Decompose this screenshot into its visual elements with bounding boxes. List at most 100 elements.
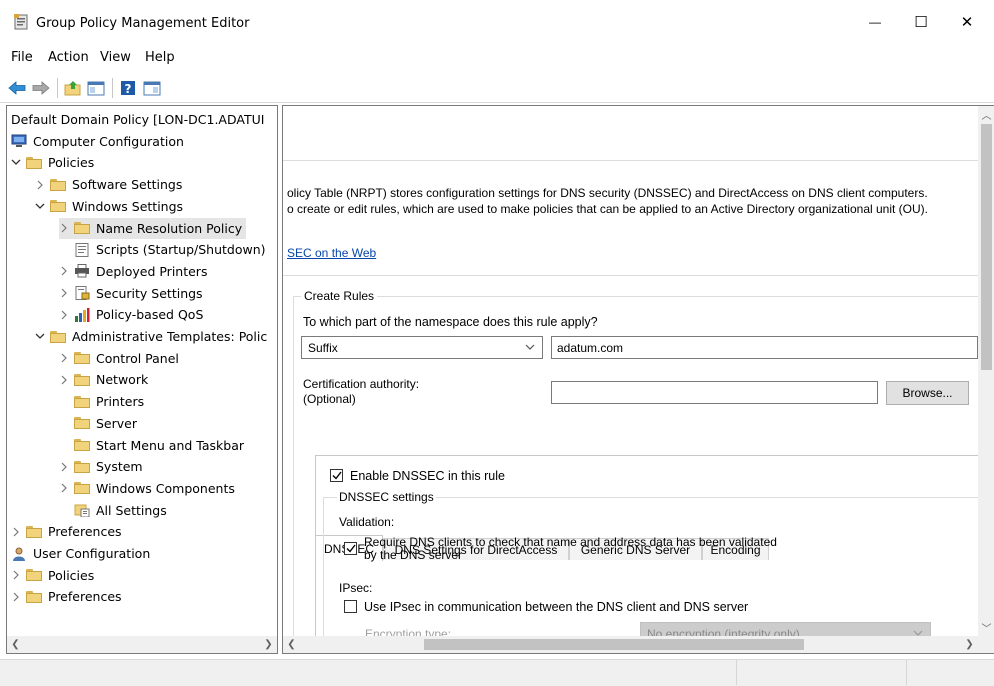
- console-tree-pane[interactable]: Default Domain Policy [LON-DC1.ADATUI Com…: [6, 105, 278, 654]
- menu-file[interactable]: File: [11, 50, 33, 65]
- chevron-right-icon[interactable]: [59, 266, 69, 276]
- back-button[interactable]: [8, 78, 26, 98]
- chevron-right-icon[interactable]: [35, 180, 45, 190]
- tree-item[interactable]: Default Domain Policy [LON-DC1.ADATUI: [11, 109, 264, 130]
- scroll-up-icon[interactable]: ︿: [978, 106, 994, 123]
- tree-item-label: Scripts (Startup/Shutdown): [96, 242, 266, 258]
- namespace-value-input[interactable]: adatum.com: [551, 336, 978, 359]
- tree-item[interactable]: Deployed Printers: [59, 261, 207, 282]
- minimize-button[interactable]: —: [852, 0, 898, 44]
- tree-item[interactable]: All Settings: [59, 500, 167, 521]
- show-hide-action-pane-button[interactable]: [143, 78, 161, 98]
- tree-item[interactable]: Preferences: [11, 586, 122, 607]
- maximize-button[interactable]: ☐: [898, 0, 944, 44]
- scroll-right-icon[interactable]: ❯: [260, 636, 277, 653]
- toolbar-separator: [112, 78, 113, 98]
- chevron-down-icon[interactable]: [11, 158, 21, 168]
- tree-item-label: Policies: [48, 567, 95, 583]
- use-ipsec-label: Use IPsec in communication between the D…: [364, 600, 749, 614]
- vertical-scroll-thumb[interactable]: [981, 124, 992, 370]
- tree-item[interactable]: Policies: [11, 565, 94, 586]
- require-validation-label-line-1: Require DNS clients to check that name a…: [364, 535, 777, 549]
- details-horizontal-scrollbar[interactable]: ❮ ❯: [283, 636, 978, 653]
- tree-item[interactable]: Computer Configuration: [11, 131, 184, 152]
- tree-item[interactable]: Security Settings: [59, 283, 203, 304]
- chevron-down-icon[interactable]: [35, 332, 45, 342]
- up-one-level-button[interactable]: [64, 78, 82, 98]
- folder-icon: [74, 395, 90, 409]
- certification-authority-input[interactable]: [551, 381, 878, 404]
- tree-item-label: Server: [96, 415, 137, 431]
- tree-item[interactable]: Server: [59, 413, 137, 434]
- chevron-right-icon[interactable]: [11, 592, 21, 602]
- tree-item-label: Deployed Printers: [96, 263, 208, 279]
- tree-item[interactable]: Policy-based QoS: [59, 304, 203, 325]
- scroll-right-icon[interactable]: ❯: [961, 636, 978, 653]
- checkmark-icon: [332, 471, 342, 480]
- tree-item-label: Windows Components: [96, 480, 235, 496]
- menu-action[interactable]: Action: [48, 50, 89, 65]
- tree-item-label: Policy-based QoS: [96, 307, 204, 323]
- tree-item[interactable]: Scripts (Startup/Shutdown): [59, 239, 266, 260]
- chevron-right-icon[interactable]: [59, 462, 69, 472]
- tree-item-label: Default Domain Policy [LON-DC1.ADATUI: [11, 112, 265, 127]
- menu-help[interactable]: Help: [145, 50, 175, 65]
- user-icon: [11, 547, 27, 561]
- tree-item[interactable]: Start Menu and Taskbar: [59, 435, 244, 456]
- scroll-down-icon[interactable]: ﹀: [978, 619, 994, 636]
- show-hide-console-tree-button[interactable]: [87, 78, 105, 98]
- certification-authority-optional-label: (Optional): [303, 392, 356, 406]
- scroll-left-icon[interactable]: ❮: [7, 636, 24, 653]
- dnssec-web-link[interactable]: SEC on the Web: [287, 246, 376, 260]
- chevron-down-icon: [525, 344, 535, 350]
- forward-arrow-icon: [32, 81, 50, 95]
- tree-item-label: Printers: [96, 394, 145, 410]
- horizontal-scroll-thumb[interactable]: [424, 639, 804, 650]
- status-segment: [906, 660, 994, 685]
- chevron-right-icon[interactable]: [59, 288, 69, 298]
- tree-item[interactable]: User Configuration: [11, 543, 150, 564]
- tree-item[interactable]: Printers: [59, 391, 144, 412]
- require-validation-checkbox[interactable]: [344, 542, 357, 555]
- chevron-right-icon[interactable]: [59, 375, 69, 385]
- namespace-question-label: To which part of the namespace does this…: [303, 315, 598, 329]
- tree-item[interactable]: Network: [59, 369, 148, 390]
- chevron-right-icon[interactable]: [59, 483, 69, 493]
- browse-button[interactable]: Browse...: [886, 381, 969, 405]
- namespace-type-select[interactable]: Suffix: [301, 336, 543, 359]
- use-ipsec-checkbox[interactable]: [344, 600, 357, 613]
- tree-item[interactable]: Windows Settings: [35, 196, 183, 217]
- chevron-right-icon[interactable]: [59, 223, 69, 233]
- tree-item[interactable]: Control Panel: [59, 348, 179, 369]
- back-arrow-icon: [8, 81, 26, 95]
- chevron-down-icon[interactable]: [35, 201, 45, 211]
- tree-horizontal-scrollbar[interactable]: ❮ ❯: [7, 636, 277, 653]
- menu-view[interactable]: View: [100, 50, 131, 65]
- details-pane[interactable]: olicy Table (NRPT) stores configuration …: [282, 105, 994, 654]
- tree-item[interactable]: Preferences: [11, 521, 122, 542]
- validation-label: Validation:: [339, 515, 395, 529]
- chevron-right-icon[interactable]: [59, 353, 69, 363]
- forward-button[interactable]: [32, 78, 50, 98]
- enable-dnssec-checkbox[interactable]: [330, 469, 343, 482]
- tree-item[interactable]: Software Settings: [35, 174, 182, 195]
- tree-item[interactable]: System: [59, 456, 143, 477]
- console-tree: Default Domain Policy [LON-DC1.ADATUI Com…: [7, 106, 277, 631]
- tree-item[interactable]: Administrative Templates: Polic: [35, 326, 267, 347]
- chevron-right-icon[interactable]: [11, 570, 21, 580]
- tree-item[interactable]: Windows Components: [59, 478, 235, 499]
- chevron-right-icon[interactable]: [59, 310, 69, 320]
- help-button[interactable]: ?: [119, 78, 137, 98]
- tree-item[interactable]: Policies: [11, 152, 94, 173]
- details-vertical-scrollbar[interactable]: ︿ ﹀: [978, 106, 994, 636]
- nrpt-intro-line-2: o create or edit rules, which are used t…: [287, 202, 928, 216]
- tree-item[interactable]: Name Resolution Policy: [59, 217, 247, 239]
- close-button[interactable]: ✕: [944, 0, 990, 44]
- scroll-left-icon[interactable]: ❮: [283, 636, 300, 653]
- tree-item-label: Windows Settings: [72, 198, 184, 214]
- show-hide-tree-icon: [87, 81, 105, 96]
- chevron-right-icon[interactable]: [11, 527, 21, 537]
- tree-item-label: Network: [96, 372, 149, 388]
